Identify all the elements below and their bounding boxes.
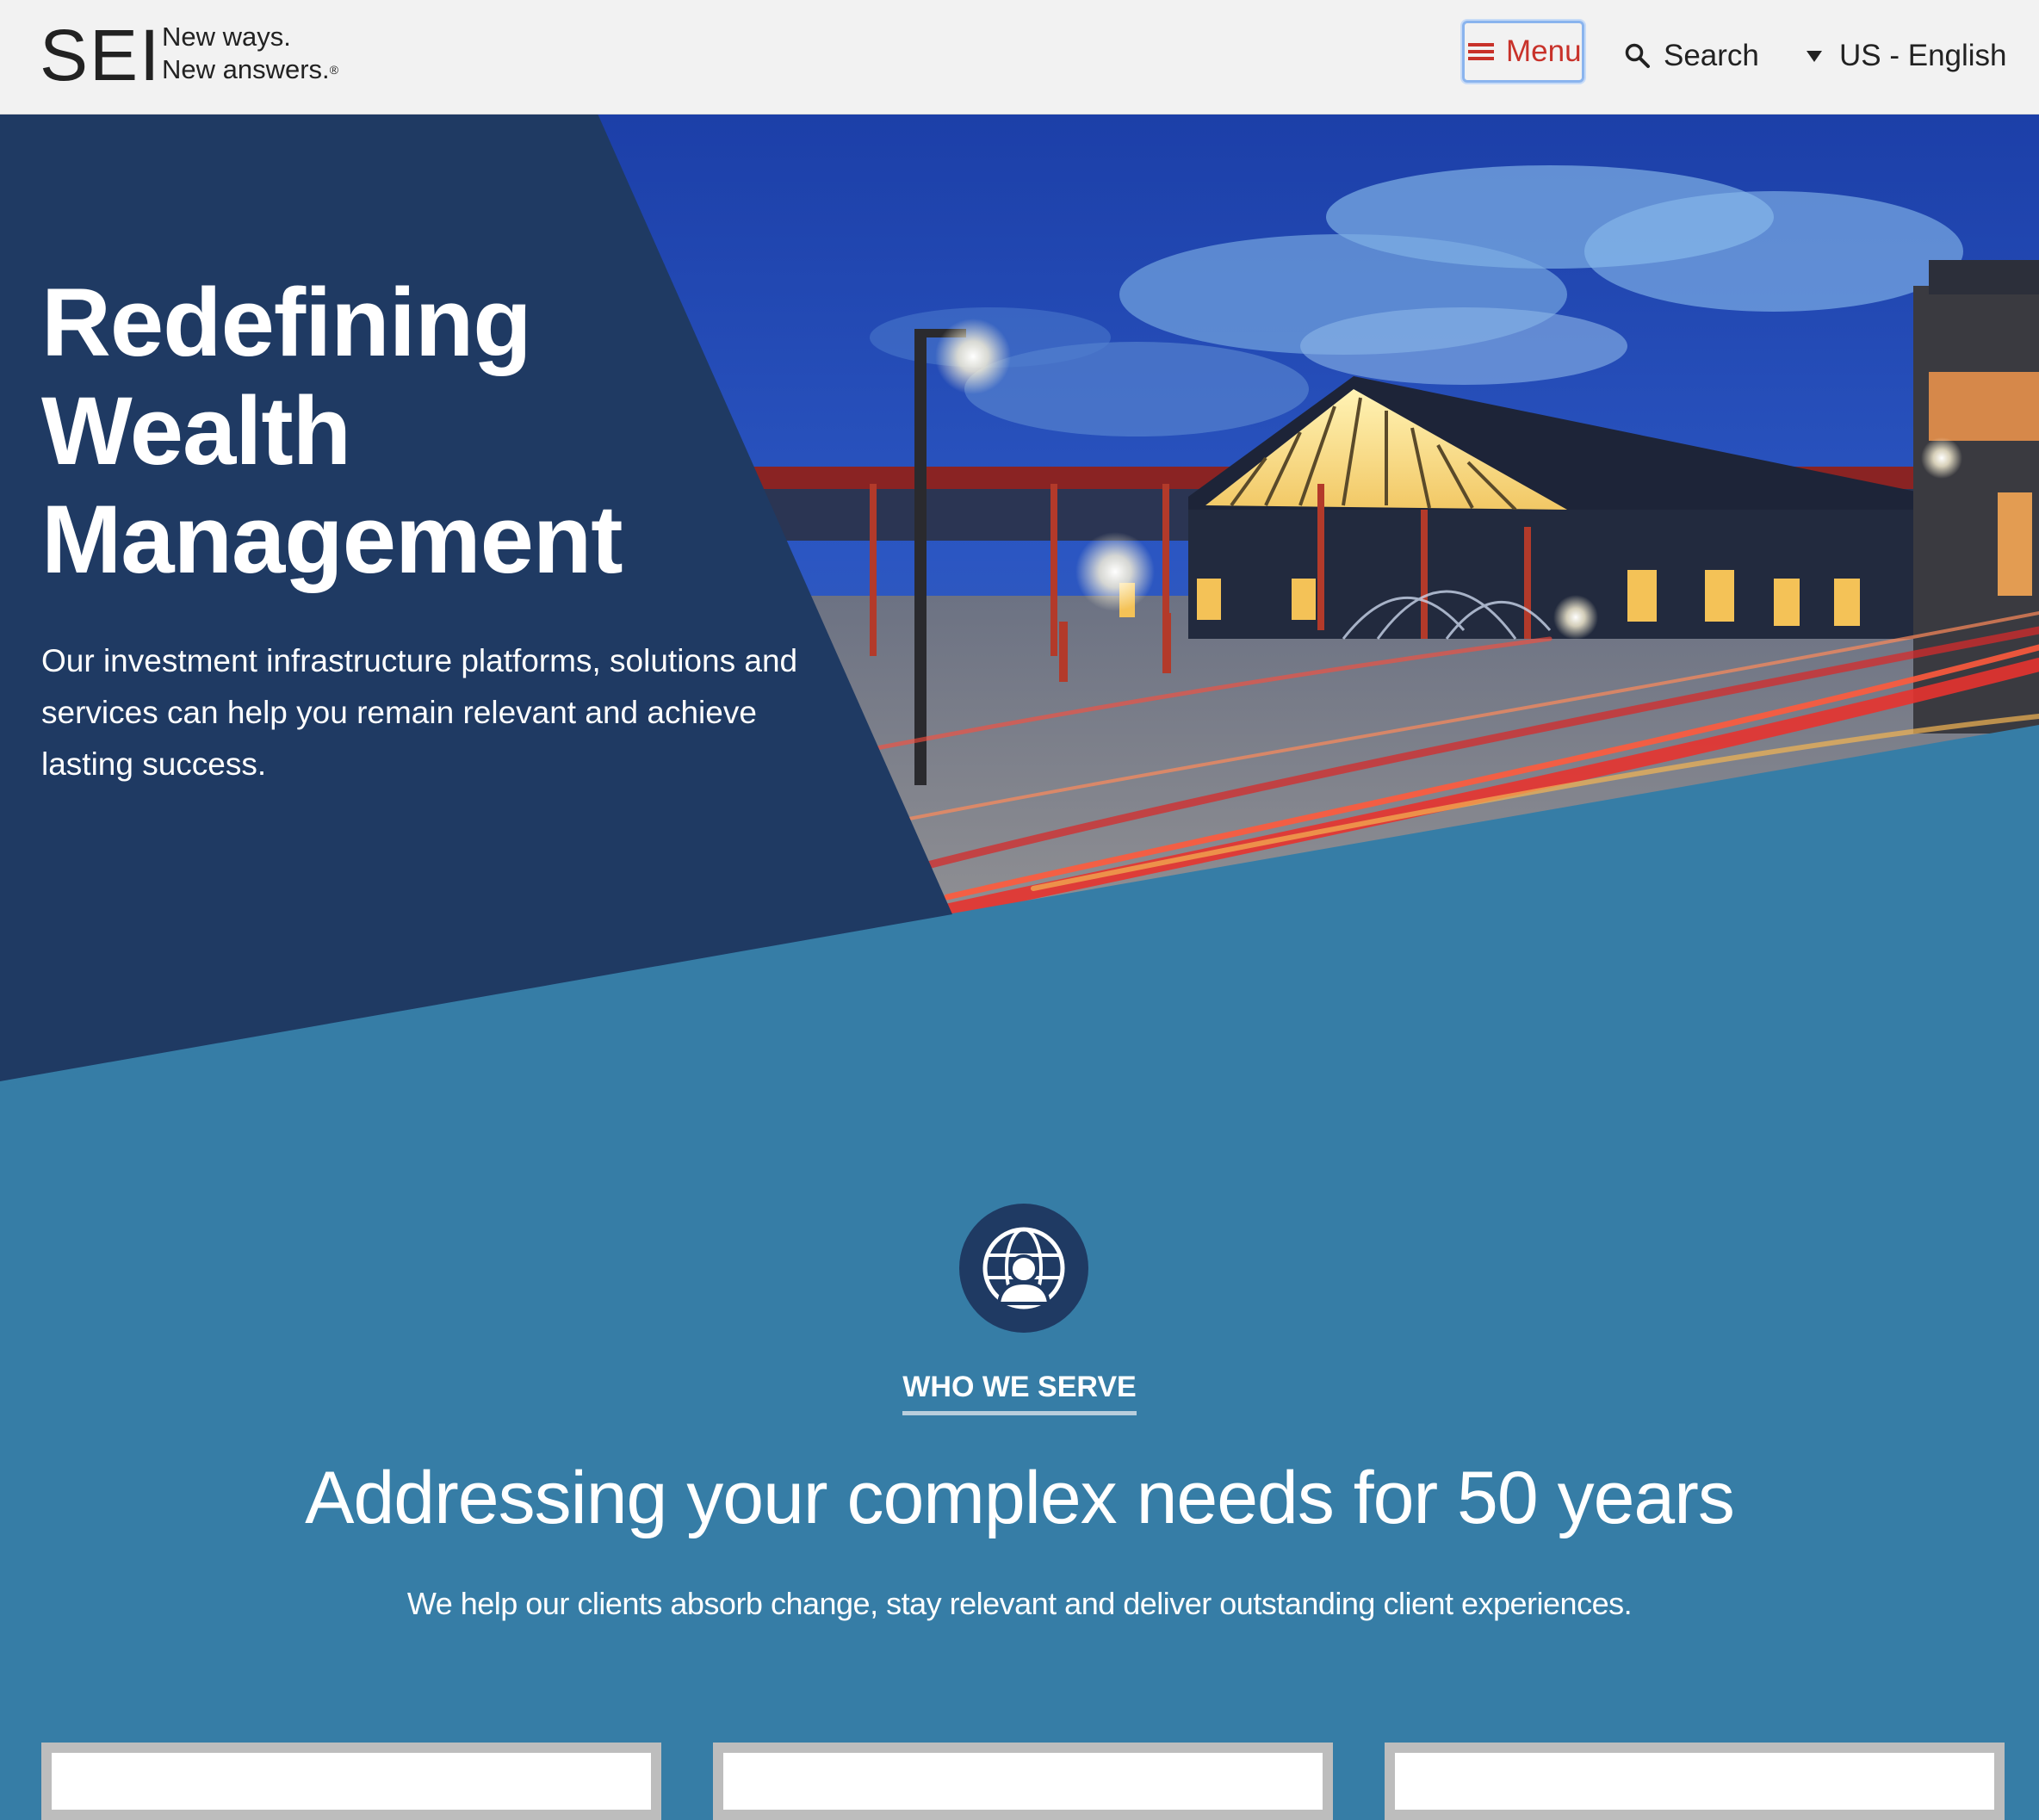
hero-title-line-3: Management (41, 486, 623, 593)
menu-button[interactable]: Menu (1462, 21, 1584, 83)
hero-description: Our investment infrastructure platforms,… (41, 643, 798, 782)
globe-person-icon (959, 1204, 1088, 1333)
registered-mark: ® (329, 63, 339, 77)
tagline-line-2-text: New answers. (162, 54, 330, 84)
search-label: Search (1664, 39, 1759, 72)
audience-card-3[interactable] (1385, 1743, 2005, 1820)
who-we-serve-link[interactable]: WHO WE SERVE (0, 1371, 2039, 1415)
language-label: US - English (1839, 39, 2007, 72)
magnifier-icon (1625, 43, 1650, 68)
hamburger-icon (1468, 43, 1494, 60)
section-heading: Addressing your complex needs for 50 yea… (305, 1457, 1735, 1539)
hero-title-line-2: Wealth (41, 377, 351, 485)
site-header: SEI New ways. New answers.® Menu Search … (0, 0, 2039, 115)
search-button[interactable]: Search (1624, 34, 1759, 77)
tagline-line-2: New answers.® (162, 53, 338, 86)
hero-title-line-1: Redefining (41, 269, 532, 376)
menu-label: Menu (1506, 34, 1582, 68)
language-selector[interactable]: US - English (1807, 34, 2007, 77)
tagline-line-1: New ways. (162, 22, 291, 52)
section-subheading: We help our clients absorb change, stay … (406, 1586, 1633, 1621)
hero-title: Redefining Wealth Management (41, 269, 730, 594)
logo-wordmark: SEI (40, 15, 162, 96)
audience-card-1[interactable] (41, 1743, 661, 1820)
caret-down-icon (1807, 50, 1822, 62)
logo-tagline: New ways. New answers.® (162, 21, 338, 86)
hero-section: Redefining Wealth Management Our investm… (0, 114, 2039, 1086)
eyebrow-label: WHO WE SERVE (902, 1371, 1137, 1415)
audience-card-2[interactable] (713, 1743, 1333, 1820)
